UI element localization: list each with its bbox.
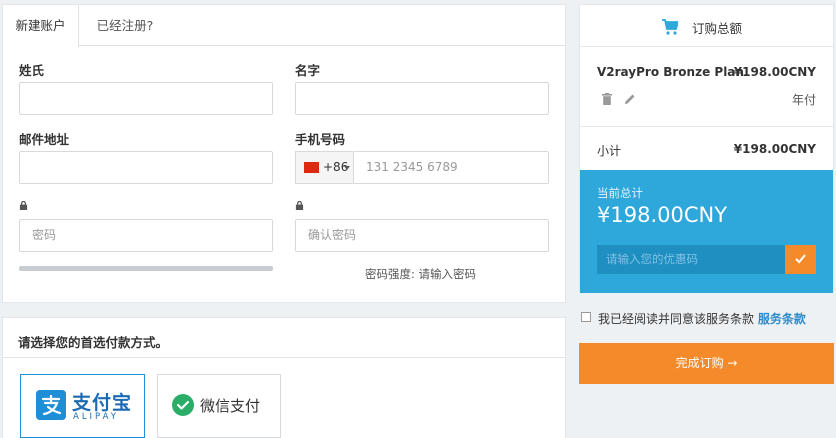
alipay-sublabel: ALIPAY: [73, 412, 119, 422]
subtotal-label: 小计: [597, 144, 622, 158]
email-label: 邮件地址: [19, 132, 70, 147]
payment-method-card: 请选择您的首选付款方式。 支付宝 ALIPAY 微信支付: [2, 317, 566, 438]
order-summary: 订购总额 V2rayPro Bronze Plan ¥198.00CNY 年付 …: [579, 4, 834, 293]
product-name: V2rayPro Bronze Plan: [597, 65, 744, 79]
surname-label: 姓氏: [19, 63, 45, 78]
email-input[interactable]: [19, 151, 273, 184]
given-name-input[interactable]: [295, 82, 549, 115]
password-strength-bar: [19, 266, 273, 271]
summary-header: 订购总额: [580, 5, 833, 47]
total-value: ¥198.00CNY: [597, 203, 728, 227]
password-strength-text: 密码强度: 请输入密码: [365, 267, 477, 281]
chevron-down-icon: [344, 166, 350, 170]
alipay-option[interactable]: 支付宝 ALIPAY: [20, 374, 145, 438]
phone-input[interactable]: 131 2345 6789: [353, 151, 549, 184]
terms-checkbox[interactable]: [581, 312, 591, 322]
shopping-cart-icon: [662, 19, 678, 35]
complete-order-button[interactable]: 完成订购 →: [579, 343, 834, 384]
divider: [580, 126, 833, 127]
lock-icon: [295, 201, 304, 210]
wechat-icon: [172, 394, 194, 416]
promo-code-input[interactable]: 请输入您的优惠码: [597, 245, 785, 274]
subtotal-value: ¥198.00CNY: [733, 142, 816, 156]
wechat-pay-option[interactable]: 微信支付: [157, 374, 281, 438]
account-tabs: 新建账户 已经注册?: [3, 5, 565, 47]
alipay-icon: [36, 390, 66, 420]
terms-link[interactable]: 服务条款: [758, 312, 806, 326]
tab-new-account[interactable]: 新建账户: [3, 5, 79, 47]
confirm-password-input[interactable]: 确认密码: [295, 219, 549, 252]
total-label: 当前总计: [597, 186, 643, 200]
check-icon: [795, 254, 806, 264]
given-name-label: 名字: [295, 63, 321, 78]
alipay-label: 支付宝: [72, 392, 133, 414]
summary-title: 订购总额: [692, 21, 743, 36]
billing-cycle: 年付: [791, 93, 816, 107]
divider: [3, 357, 565, 358]
china-flag-icon: [304, 162, 319, 173]
tab-already-registered[interactable]: 已经注册?: [87, 5, 163, 46]
product-price: ¥198.00CNY: [733, 65, 816, 79]
pencil-icon[interactable]: [624, 93, 636, 105]
total-panel: 当前总计 ¥198.00CNY 请输入您的优惠码: [580, 170, 833, 293]
apply-promo-button[interactable]: [785, 245, 816, 274]
lock-icon: [19, 201, 28, 210]
phone-label: 手机号码: [295, 132, 346, 147]
terms-label: 我已经阅读并同意该服务条款: [598, 312, 755, 326]
surname-input[interactable]: [19, 82, 273, 115]
wechat-pay-label: 微信支付: [200, 397, 261, 415]
terms-text: 我已经阅读并同意该服务条款 服务条款: [598, 310, 806, 327]
payment-title: 请选择您的首选付款方式。: [18, 335, 169, 350]
country-code-select[interactable]: +86: [295, 151, 353, 184]
password-input[interactable]: 密码: [19, 219, 273, 252]
trash-icon[interactable]: [602, 93, 612, 105]
